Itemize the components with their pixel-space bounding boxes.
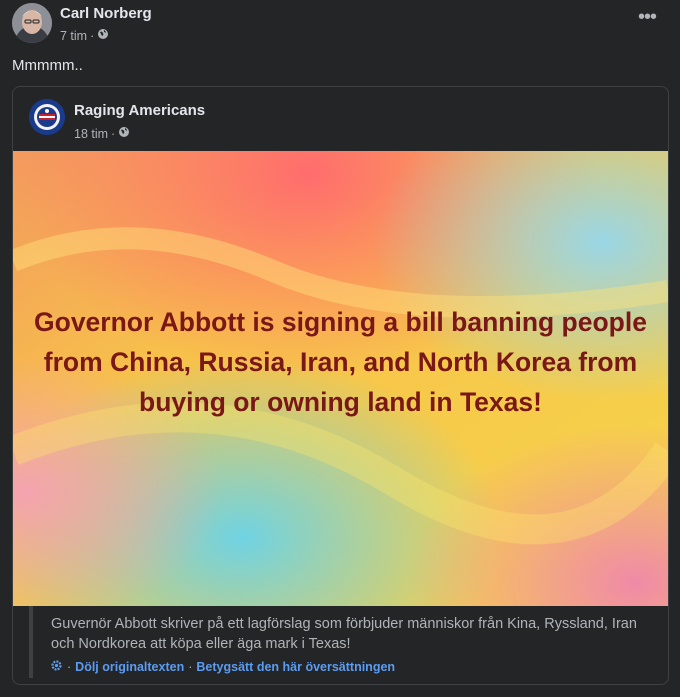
page-name[interactable]: Raging Americans [74,102,205,119]
globe-icon [118,126,130,141]
translated-text: Guvernör Abbott skriver på ett lagförsla… [51,616,637,652]
author-name[interactable]: Carl Norberg [60,5,152,22]
shared-post-time[interactable]: 18 tim [74,127,108,141]
author-avatar-image [12,3,52,43]
link-separator: · [188,660,193,674]
translation-links: · Dölj originaltexten · Betygsätt den hä… [50,659,395,675]
post-header: Carl Norberg 7 tim · ••• [12,3,668,45]
post-text: Mmmmm.. [12,57,83,74]
shared-post-header: Raging Americans 18 tim · [13,87,668,151]
gear-icon [50,659,63,675]
page-avatar[interactable] [29,99,65,135]
shared-post-meta: 18 tim · [74,126,130,141]
shared-post[interactable]: Raging Americans 18 tim · Governor Abbot… [12,86,669,685]
meta-separator: · [111,126,116,141]
link-separator: · [67,660,72,674]
more-options-icon[interactable]: ••• [632,7,662,35]
globe-icon [97,28,109,43]
post-meta: 7 tim · [60,28,109,43]
page-logo [29,99,65,135]
translation-block: Guvernör Abbott skriver på ett lagförsla… [29,606,658,678]
post-time[interactable]: 7 tim [60,29,87,43]
image-caption-text: Governor Abbott is signing a bill bannin… [34,307,647,417]
author-avatar[interactable] [12,3,52,43]
post-image[interactable]: Governor Abbott is signing a bill bannin… [13,151,668,606]
hide-original-link[interactable]: Dölj originaltexten [75,660,184,674]
meta-separator: · [90,28,95,43]
rate-translation-link[interactable]: Betygsätt den här översättningen [196,660,395,674]
